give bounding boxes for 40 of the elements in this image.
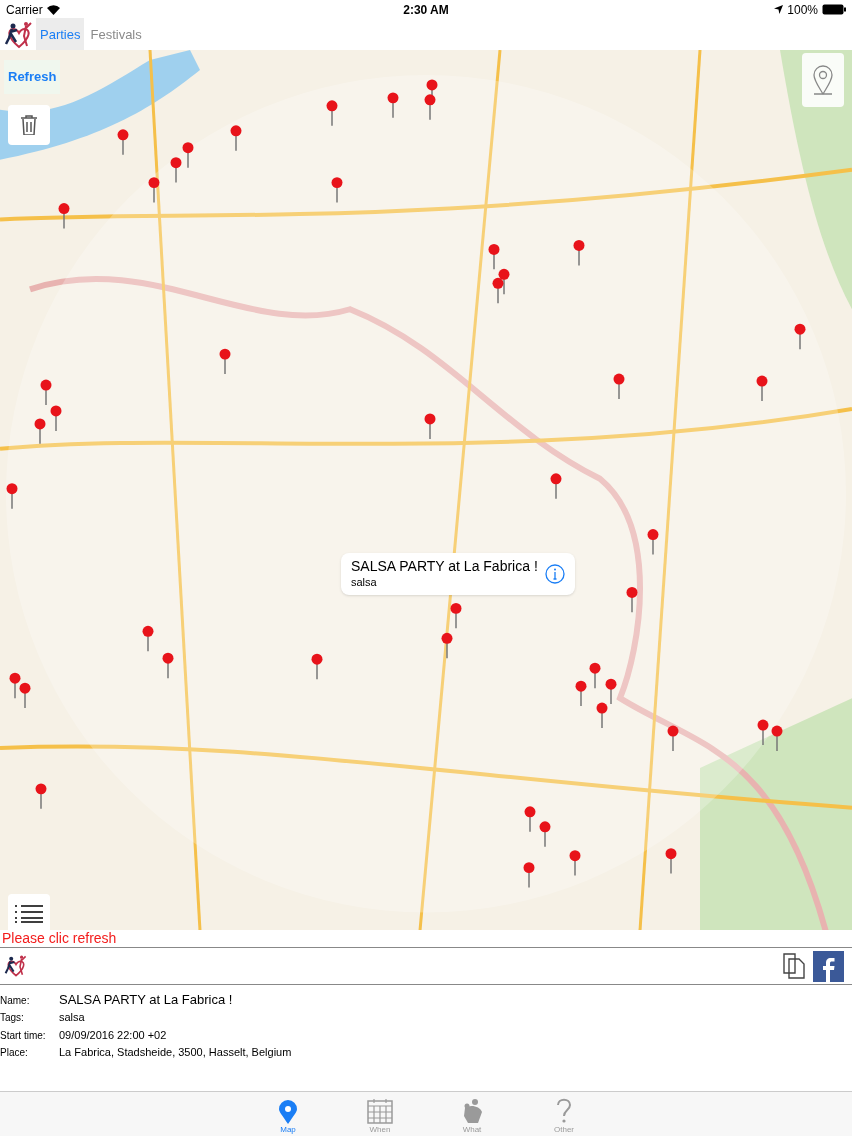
- battery-percentage: 100%: [787, 1, 818, 19]
- location-arrow-icon: [774, 5, 784, 15]
- callout-title: SALSA PARTY at La Fabrica !: [351, 558, 539, 576]
- battery-icon: [822, 4, 846, 16]
- detail-label: Start time:: [0, 1028, 47, 1043]
- detail-label: Place:: [0, 1046, 29, 1061]
- carrier-label: Carrier: [6, 1, 43, 19]
- tab-bar-item[interactable]: What: [452, 1096, 492, 1136]
- refresh-button[interactable]: Refresh: [4, 59, 61, 94]
- tab-bar-item[interactable]: Other: [544, 1096, 584, 1136]
- callout-subtitle: salsa: [351, 575, 378, 590]
- trash-icon: [21, 114, 37, 135]
- info-icon[interactable]: [545, 563, 565, 584]
- facebook-icon[interactable]: [813, 950, 844, 982]
- trash-button[interactable]: [8, 104, 50, 145]
- map-marker-icon: [813, 64, 833, 95]
- tab-bar-item[interactable]: Map: [268, 1096, 308, 1136]
- copy-icon[interactable]: [783, 953, 805, 980]
- list-button[interactable]: [8, 894, 50, 931]
- detail-value: 09/09/2016 22:00 +02: [59, 1027, 167, 1043]
- detail-label: Tags:: [0, 1011, 25, 1026]
- segment-tab[interactable]: Festivals: [86, 18, 146, 52]
- calendar-icon: [367, 1098, 393, 1124]
- detail-value: salsa: [59, 1010, 85, 1026]
- location-button[interactable]: [802, 52, 844, 107]
- question-mark-icon: [556, 1098, 572, 1124]
- wifi-icon: [46, 4, 60, 15]
- dancers-logo-icon: [4, 954, 28, 979]
- detail-value: SALSA PARTY at La Fabrica !: [59, 991, 233, 1010]
- clock-time: 2:30 AM: [403, 1, 449, 19]
- detail-label: Name:: [0, 993, 31, 1008]
- status-message: Please clic refresh: [1, 930, 118, 948]
- detail-value: La Fabrica, Stadsheide, 3500, Hasselt, Belgium: [59, 1045, 292, 1061]
- map-view[interactable]: Refresh SALSA PARTY at La Fabrica ! salsa: [0, 49, 852, 931]
- dancers-logo-icon: [4, 19, 34, 50]
- segment-tab[interactable]: Parties: [36, 18, 85, 52]
- map-pin-icon: [279, 1100, 297, 1124]
- list-icon: [15, 905, 43, 924]
- tab-bar-item[interactable]: When: [360, 1096, 400, 1136]
- map-callout[interactable]: SALSA PARTY at La Fabrica ! salsa: [341, 552, 575, 595]
